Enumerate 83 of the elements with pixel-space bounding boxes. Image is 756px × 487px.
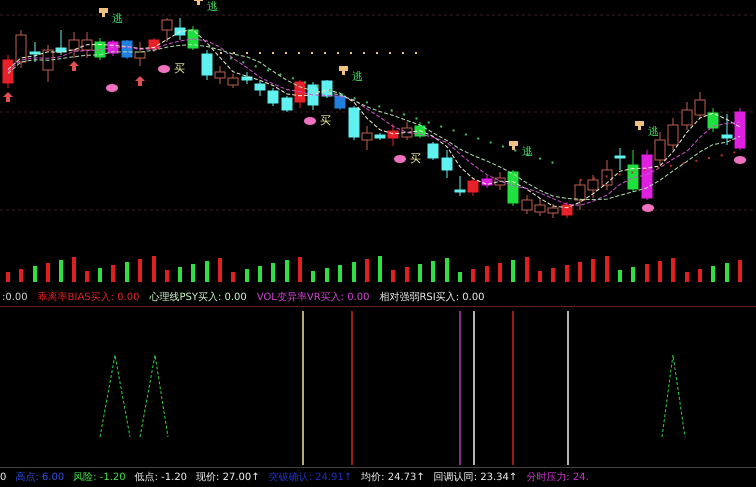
candlestick	[348, 106, 360, 140]
candlestick	[642, 150, 652, 200]
candlestick	[94, 38, 106, 60]
candlestick	[708, 108, 718, 132]
candlestick	[294, 80, 306, 108]
candlestick	[734, 108, 746, 150]
candlestick	[228, 74, 238, 88]
candlestick	[602, 160, 612, 190]
up-arrow-icon	[3, 92, 13, 102]
candlestick	[134, 42, 146, 66]
flower-icon	[642, 204, 654, 212]
candlestick	[574, 180, 586, 210]
flower-icon	[158, 65, 170, 73]
candlestick	[522, 194, 532, 214]
up-arrow-icon	[135, 76, 145, 86]
signal-label: 逃	[352, 70, 363, 83]
candlestick	[628, 150, 638, 192]
status-value: 突破确认: 24.91↑	[268, 470, 352, 485]
indicator-value: 心理线PSY买入: 0.00	[149, 290, 247, 305]
candlestick	[388, 124, 398, 146]
candlestick	[614, 148, 626, 170]
candlestick	[254, 80, 266, 96]
candlestick	[82, 32, 92, 58]
candlestick	[362, 126, 372, 150]
candlestick	[268, 88, 278, 106]
up-arrow-icon	[69, 61, 79, 71]
candlestick	[402, 122, 412, 140]
signal-label: 逃	[648, 125, 659, 138]
candlestick	[508, 170, 518, 206]
status-value: 分时压力: 24.	[526, 470, 589, 485]
candlestick	[588, 174, 598, 198]
status-value: 高点: 6.00	[15, 470, 64, 485]
candlestick	[682, 102, 692, 130]
flower-icon	[394, 155, 406, 163]
candlestick	[162, 18, 172, 42]
flower-icon	[734, 156, 746, 164]
candlestick	[694, 92, 706, 118]
candlestick	[668, 118, 678, 150]
candlestick	[454, 176, 466, 196]
candlestick	[494, 172, 506, 190]
signal-label: 逃	[522, 145, 533, 158]
signal-label: 买	[320, 114, 331, 127]
indicator-value: 乖离率BIAS买入: 0.00	[38, 290, 140, 305]
candlestick	[174, 18, 186, 40]
candlestick	[2, 54, 14, 88]
candlestick	[414, 122, 426, 138]
candlestick	[722, 114, 732, 146]
candlestick	[42, 44, 54, 82]
candlestick	[30, 42, 40, 62]
candlestick	[374, 132, 386, 140]
status-value: 0	[0, 471, 6, 485]
candlestick	[442, 150, 452, 178]
candlestick	[108, 40, 118, 56]
signal-label: 逃	[207, 0, 218, 13]
status-value: 现价: 27.00↑	[196, 471, 260, 485]
signal-label: 买	[410, 152, 421, 165]
flower-icon	[106, 84, 118, 92]
candlestick	[242, 72, 252, 84]
status-value: 风险: -1.20	[73, 471, 126, 485]
candlestick	[68, 32, 80, 58]
indicator-value: 相对强弱RSI买入: 0.00	[379, 290, 485, 305]
candlestick	[148, 38, 160, 52]
candlestick	[468, 178, 478, 196]
candlestick	[308, 82, 318, 110]
candlestick	[428, 142, 438, 160]
status-value: 均价: 24.73↑	[361, 471, 425, 485]
candlestick	[334, 94, 346, 110]
flower-icon	[304, 117, 316, 125]
candlestick	[562, 202, 572, 218]
candlestick	[482, 176, 492, 188]
candlestick	[214, 66, 226, 84]
candlestick	[534, 198, 546, 216]
candlestick	[16, 30, 26, 68]
candlestick	[202, 50, 212, 80]
status-value: 低点: -1.20	[134, 470, 188, 485]
indicator-value: VOL变异率VR买入: 0.00	[256, 290, 370, 305]
signal-label: 买	[174, 62, 185, 75]
status-value: 回调认同: 23.34↑	[434, 471, 518, 485]
indicator-value: :0.00	[2, 291, 28, 305]
signal-label: 逃	[112, 12, 123, 25]
candlestick	[548, 204, 558, 218]
candlestick	[56, 30, 66, 56]
candlestick	[282, 96, 292, 112]
